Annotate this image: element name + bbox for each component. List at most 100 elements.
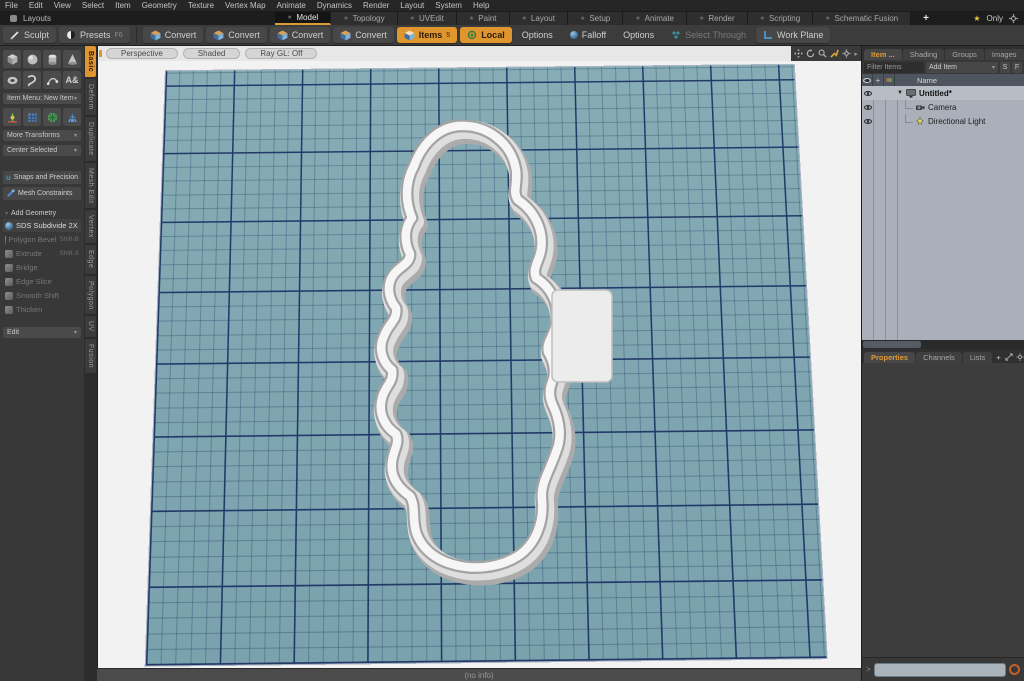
pivot-tool-button[interactable]	[3, 108, 21, 126]
poly-sphere-tool-button[interactable]	[43, 108, 61, 126]
command-input[interactable]	[873, 662, 1006, 677]
work-plane-button[interactable]: Work Plane	[756, 27, 831, 43]
tree-row-untitled[interactable]: ▼ Untitled*	[862, 86, 1024, 100]
popout-icon[interactable]	[1004, 353, 1013, 361]
layout-tab-schematic-fusion[interactable]: ★ Schematic Fusion	[813, 12, 912, 25]
layouts-label[interactable]: Layouts	[23, 14, 51, 23]
item-tree[interactable]: ▼ Untitled* Camera Directional Light	[862, 86, 1024, 340]
record-macro-button[interactable]	[1009, 664, 1020, 675]
snaps-precision-button[interactable]: Snaps and Precision	[3, 171, 81, 184]
expand-triangle-icon[interactable]: ▼	[897, 90, 903, 96]
menu-view[interactable]: View	[54, 1, 71, 10]
eye-icon[interactable]	[863, 118, 872, 124]
raygl-selector[interactable]: Ray GL: Off	[245, 48, 318, 59]
cookie-cutter-model[interactable]	[340, 104, 650, 594]
name-column-header[interactable]: Name	[895, 76, 937, 85]
helix-primitive-button[interactable]	[23, 71, 41, 89]
menu-render[interactable]: Render	[363, 1, 389, 10]
vtab-vertex[interactable]: Vertex	[85, 210, 96, 244]
wire-cone-tool-button[interactable]	[63, 108, 81, 126]
eye-icon[interactable]	[863, 90, 872, 96]
render-column-header[interactable]	[884, 74, 895, 86]
gear-icon[interactable]	[1009, 14, 1018, 23]
orbit-icon[interactable]	[806, 49, 815, 58]
only-toggle[interactable]: Only	[987, 14, 1003, 23]
layout-tab-render[interactable]: ★ Render	[687, 12, 748, 25]
convert-button-3[interactable]: Convert	[269, 27, 331, 43]
projection-selector[interactable]: Perspective	[106, 48, 178, 59]
cone-primitive-button[interactable]	[63, 50, 81, 68]
tool-bridge[interactable]: Bridge	[3, 261, 81, 275]
center-selected-dropdown[interactable]: Center Selected ▾	[3, 145, 81, 156]
pan-icon[interactable]	[794, 49, 804, 58]
torus-primitive-button[interactable]	[3, 71, 21, 89]
filter-button[interactable]: F	[1012, 61, 1022, 73]
add-geometry-header[interactable]: ▿ Add Geometry	[3, 207, 81, 219]
menu-geometry[interactable]: Geometry	[142, 1, 177, 10]
expand-arrow-icon[interactable]: ▸	[854, 50, 858, 58]
more-transforms-dropdown[interactable]: More Transforms ▾	[3, 130, 81, 141]
vtab-mesh-edit[interactable]: Mesh Edit	[85, 162, 96, 209]
tab-item-list[interactable]: Item ...	[864, 49, 902, 60]
filter-items-input[interactable]: Filter Items	[864, 61, 924, 73]
gear-icon[interactable]	[842, 49, 851, 58]
menu-item[interactable]: Item	[115, 1, 131, 10]
layout-tab-add[interactable]: +	[911, 12, 941, 25]
tab-properties[interactable]: Properties	[864, 352, 916, 363]
mesh-constraints-button[interactable]: Mesh Constraints	[3, 187, 81, 200]
scopes-button[interactable]: S	[1000, 61, 1010, 73]
vtab-deform[interactable]: Deform	[85, 79, 96, 116]
menu-select[interactable]: Select	[82, 1, 104, 10]
tool-edge-slice[interactable]: Edge Slice	[3, 275, 81, 289]
curve-primitive-button[interactable]	[43, 71, 61, 89]
convert-button-1[interactable]: Convert	[142, 27, 204, 43]
sphere-primitive-button[interactable]	[23, 50, 41, 68]
add-item-dropdown[interactable]: Add Item ▾	[926, 61, 998, 73]
tab-lists[interactable]: Lists	[962, 352, 993, 363]
tree-row-directional-light[interactable]: Directional Light	[862, 114, 1024, 128]
item-menu-dropdown[interactable]: Item Menu: New Item ▾	[3, 93, 81, 104]
layout-tab-model[interactable]: ★ Model	[275, 12, 332, 25]
vtab-fusion[interactable]: Fusion	[85, 339, 96, 374]
menu-texture[interactable]: Texture	[188, 1, 214, 10]
menu-system[interactable]: System	[435, 1, 462, 10]
select-through-button[interactable]: Select Through	[664, 27, 753, 43]
layout-tab-paint[interactable]: ★ Paint	[456, 12, 510, 25]
tab-add[interactable]: +	[993, 352, 1003, 363]
layout-tab-setup[interactable]: ★ Setup	[567, 12, 624, 25]
tool-sds-subdivide[interactable]: SDS Subdivide 2X	[3, 219, 81, 233]
zoom-icon[interactable]	[818, 49, 827, 58]
tree-horizontal-scrollbar[interactable]	[862, 340, 1024, 349]
vtab-polygon[interactable]: Polygon	[85, 275, 96, 315]
draw-style-icon[interactable]	[830, 49, 840, 58]
layout-tab-scripting[interactable]: ★ Scripting	[747, 12, 814, 25]
vtab-basic[interactable]: Basic	[85, 46, 96, 78]
menu-dynamics[interactable]: Dynamics	[317, 1, 352, 10]
tab-channels[interactable]: Channels	[916, 352, 962, 363]
local-button[interactable]: Local	[460, 27, 512, 43]
menu-file[interactable]: File	[5, 1, 18, 10]
edit-dropdown[interactable]: Edit ▾	[3, 327, 81, 338]
options-button-2[interactable]: Options	[616, 27, 661, 43]
tool-thicken[interactable]: Thicken	[3, 303, 81, 317]
tool-smooth-shift[interactable]: Smooth Shift	[3, 289, 81, 303]
vtab-edge[interactable]: Edge	[85, 245, 96, 274]
viewport-3d[interactable]: Perspective Shaded Ray GL: Off ▸	[97, 46, 861, 668]
layout-tab-animate[interactable]: ★ Animate	[623, 12, 687, 25]
convert-button-2[interactable]: Convert	[206, 27, 267, 43]
wire-cube-tool-button[interactable]	[23, 108, 41, 126]
menu-edit[interactable]: Edit	[29, 1, 43, 10]
tool-extrude[interactable]: Extrude Shift-X	[3, 247, 81, 261]
tree-row-camera[interactable]: Camera	[862, 100, 1024, 114]
scrollbar-thumb[interactable]	[863, 341, 921, 348]
menu-layout[interactable]: Layout	[400, 1, 424, 10]
sculpt-button[interactable]: Sculpt	[3, 27, 57, 43]
lock-column-header[interactable]: +	[873, 74, 884, 86]
tab-shading[interactable]: Shading	[902, 49, 945, 60]
visibility-column-header[interactable]	[862, 74, 873, 86]
layout-tab-uvedit[interactable]: ★ UVEdit	[397, 12, 457, 25]
gear-icon[interactable]	[1016, 353, 1024, 361]
text-primitive-button[interactable]: A&	[63, 71, 81, 89]
vtab-uv[interactable]: UV	[85, 316, 96, 338]
shading-selector[interactable]: Shaded	[182, 48, 241, 59]
